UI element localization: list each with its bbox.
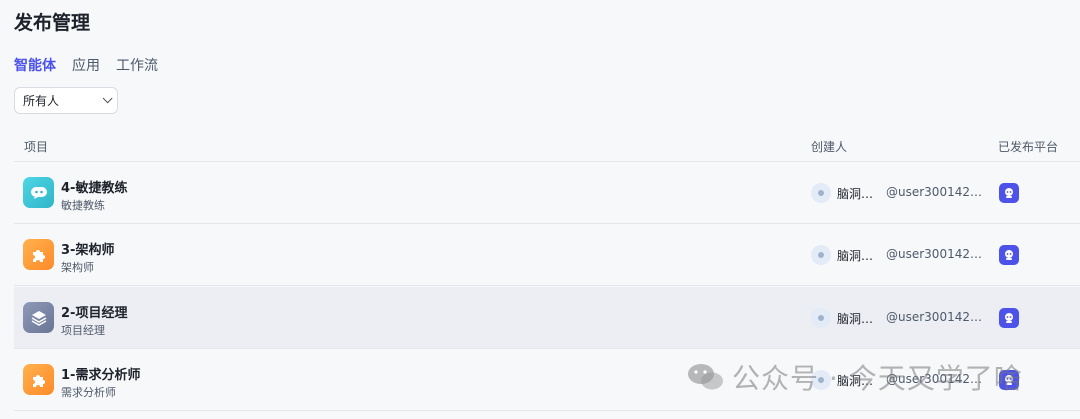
header-platform: 已发布平台	[998, 140, 1059, 154]
creator-name: 脑洞…	[837, 374, 874, 388]
header-project: 项目	[24, 140, 49, 154]
avatar	[811, 370, 831, 390]
page-title: 发布管理	[14, 12, 91, 34]
layers-icon	[23, 302, 54, 333]
avatar	[811, 308, 831, 328]
table-row[interactable]: 3-架构师 架构师 脑洞… @user300142…	[14, 224, 1080, 286]
puzzle-icon	[23, 239, 54, 270]
agent-title[interactable]: 4-敏捷教练	[61, 177, 127, 196]
platform-icon[interactable]	[999, 308, 1019, 328]
agent-subtitle: 架构师	[61, 261, 94, 274]
agent-title[interactable]: 2-项目经理	[61, 302, 127, 321]
chat-bubble-icon	[23, 177, 54, 208]
agent-title[interactable]: 3-架构师	[61, 239, 114, 258]
tab-workflows[interactable]: 工作流	[116, 55, 158, 75]
creator-name: 脑洞…	[837, 187, 874, 201]
puzzle-icon	[23, 364, 54, 395]
platform-icon[interactable]	[999, 370, 1019, 390]
creator-handle: @user300142…	[886, 372, 982, 386]
creator-name: 脑洞…	[837, 312, 874, 326]
platform-icon[interactable]	[999, 245, 1019, 265]
agent-title[interactable]: 1-需求分析师	[61, 364, 140, 383]
table-row[interactable]: 4-敏捷教练 敏捷教练 脑洞… @user300142…	[14, 162, 1080, 224]
owner-filter-select[interactable]: 所有人	[14, 87, 118, 114]
creator-handle: @user300142…	[886, 185, 982, 199]
tab-apps[interactable]: 应用	[72, 55, 100, 75]
avatar	[811, 183, 831, 203]
tab-agents[interactable]: 智能体	[14, 55, 56, 75]
table-row[interactable]: 1-需求分析师 需求分析师 脑洞… @user300142…	[14, 349, 1080, 411]
creator-name: 脑洞…	[837, 249, 874, 263]
agent-subtitle: 需求分析师	[61, 386, 116, 399]
creator-handle: @user300142…	[886, 247, 982, 261]
agent-subtitle: 项目经理	[61, 324, 105, 337]
chevron-down-icon	[102, 93, 113, 104]
table-header: 项目 创建人 已发布平台	[14, 130, 1080, 162]
owner-filter-value: 所有人	[23, 94, 60, 108]
tab-bar: 智能体 应用 工作流	[14, 55, 158, 75]
creator-handle: @user300142…	[886, 310, 982, 324]
agent-subtitle: 敏捷教练	[61, 199, 105, 212]
platform-icon[interactable]	[999, 183, 1019, 203]
table-row[interactable]: 2-项目经理 项目经理 脑洞… @user300142…	[14, 287, 1080, 349]
header-creator: 创建人	[811, 140, 848, 154]
avatar	[811, 245, 831, 265]
